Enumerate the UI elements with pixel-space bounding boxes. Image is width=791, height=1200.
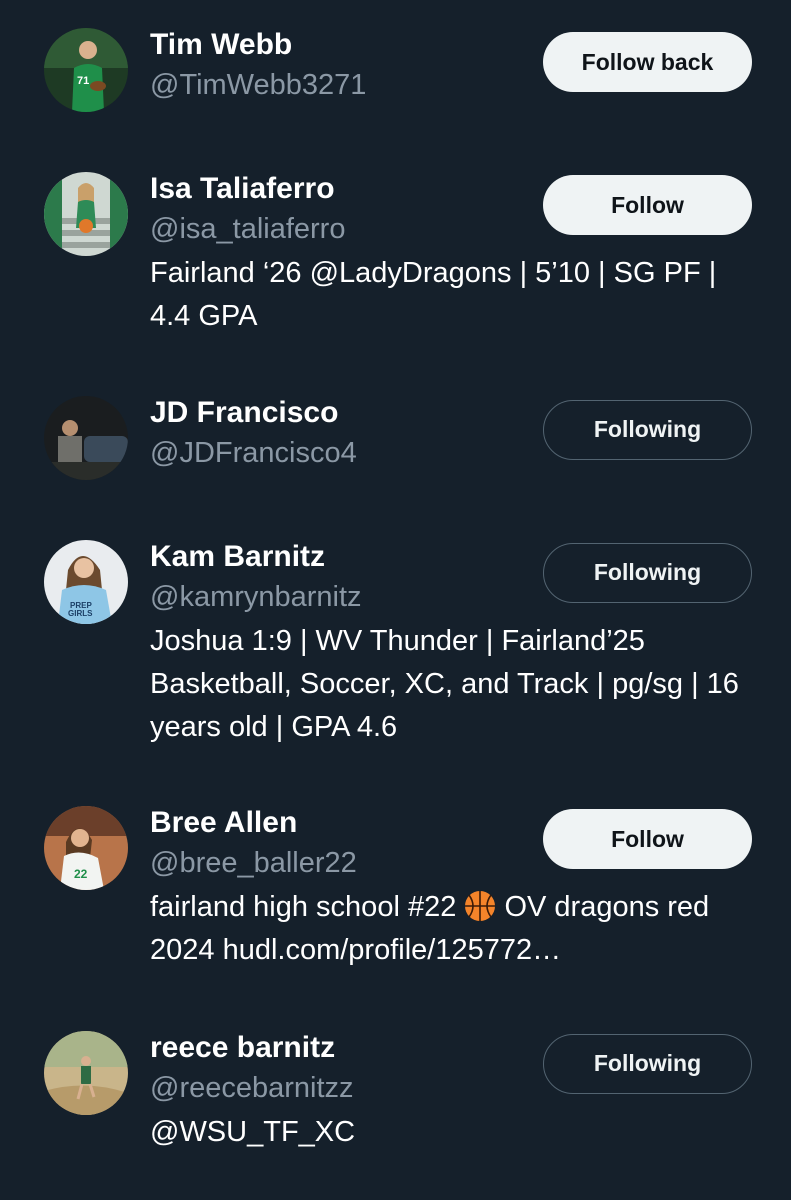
following-button[interactable]: Following [543, 1034, 752, 1094]
follow-button[interactable]: Follow [543, 809, 752, 869]
follow-back-button[interactable]: Follow back [543, 32, 752, 92]
avatar-photo [44, 1031, 128, 1115]
avatar-photo: 22 [44, 806, 128, 890]
avatar-photo [44, 172, 128, 256]
avatar[interactable]: 71 [44, 28, 128, 112]
user-bio: Fairland ‘26 @LadyDragons | 5’10 | SG PF… [150, 257, 717, 332]
avatar[interactable] [44, 1031, 128, 1115]
avatar-photo [44, 396, 128, 480]
basketball-icon [465, 891, 496, 921]
avatar[interactable] [44, 396, 128, 480]
avatar[interactable]: 22 [44, 806, 128, 890]
bio-text: fairland high school #22 [150, 891, 465, 923]
svg-text:71: 71 [77, 75, 89, 87]
svg-text:22: 22 [74, 867, 88, 881]
following-button[interactable]: Following [543, 543, 752, 603]
avatar[interactable] [44, 172, 128, 256]
avatar-photo: 71 [44, 28, 128, 112]
user-bio[interactable]: @WSU_TF_XC [150, 1111, 755, 1154]
svg-text:GIRLS: GIRLS [68, 609, 93, 618]
user-bio: Joshua 1:9 | WV Thunder | Fairland’25 Ba… [150, 625, 739, 743]
avatar-photo: PREP GIRLS [44, 540, 128, 624]
follow-button[interactable]: Follow [543, 175, 752, 235]
user-bio: fairland high school #22 OV dragons red … [150, 886, 755, 972]
avatar[interactable]: PREP GIRLS [44, 540, 128, 624]
following-button[interactable]: Following [543, 400, 752, 460]
